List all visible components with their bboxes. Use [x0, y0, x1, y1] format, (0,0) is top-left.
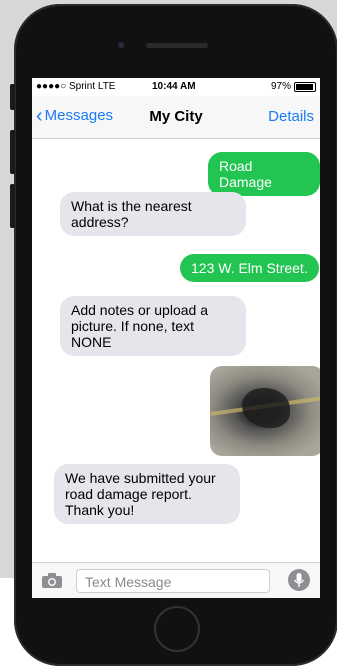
status-bar: ●●●●○ Sprint LTE 10:44 AM 97%	[32, 78, 320, 96]
carrier-signal: ●●●●○ Sprint LTE	[36, 81, 116, 92]
earpiece-speaker	[146, 43, 208, 48]
message-bubble-outgoing[interactable]: 123 W. Elm Street.	[180, 254, 319, 282]
details-button[interactable]: Details	[268, 108, 314, 125]
volume-up-button	[10, 130, 15, 174]
mute-switch	[10, 84, 15, 110]
microphone-icon	[293, 573, 305, 587]
front-camera	[118, 42, 124, 48]
navigation-bar: ‹ Messages My City Details	[32, 96, 320, 139]
message-bubble-incoming[interactable]: What is the nearest address?	[60, 192, 246, 236]
message-composer: Text Message	[32, 562, 320, 598]
phone-screen: ●●●●○ Sprint LTE 10:44 AM 97% ‹ Messages…	[32, 78, 320, 598]
battery-percent: 97%	[270, 81, 291, 92]
message-bubble-outgoing[interactable]: Road Damage	[208, 152, 320, 196]
battery-status: 97%	[271, 81, 316, 92]
battery-icon	[294, 81, 316, 92]
home-button[interactable]	[154, 606, 200, 652]
camera-icon[interactable]	[42, 573, 62, 588]
clock: 10:44 AM	[152, 81, 196, 92]
message-input[interactable]: Text Message	[76, 569, 270, 593]
pothole-patch	[242, 388, 290, 428]
message-bubble-incoming[interactable]: Add notes or upload a picture. If none, …	[60, 296, 246, 356]
phone-frame: ●●●●○ Sprint LTE 10:44 AM 97% ‹ Messages…	[10, 4, 337, 666]
microphone-button[interactable]	[288, 569, 310, 591]
road-damage-photo[interactable]	[210, 366, 320, 456]
message-bubble-incoming[interactable]: We have submitted your road damage repor…	[54, 464, 240, 524]
volume-down-button	[10, 184, 15, 228]
